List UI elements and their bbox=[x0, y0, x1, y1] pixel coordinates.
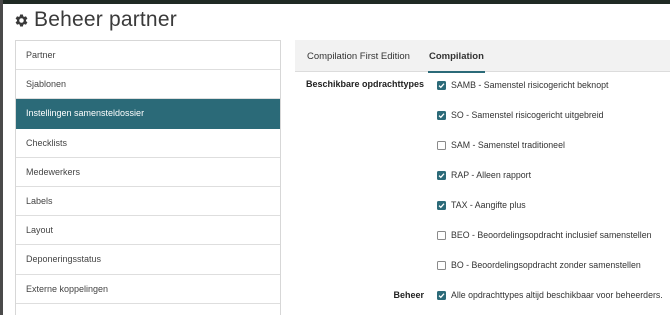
opdrachttype-option[interactable]: TAX - Aangifte plus bbox=[437, 198, 526, 212]
opdrachttype-label: BEO - Beoordelingsopdracht inclusief sam… bbox=[451, 230, 652, 240]
opdrachttype-option[interactable]: BEO - Beoordelingsopdracht inclusief sam… bbox=[437, 228, 651, 242]
main-panel: Compilation First Edition Compilation Be… bbox=[295, 40, 670, 315]
sidebar-item[interactable]: Labels bbox=[16, 187, 280, 217]
page-title: Beheer partner bbox=[34, 8, 177, 31]
tab-compilation[interactable]: Compilation bbox=[428, 40, 485, 73]
sidebar-item[interactable]: Externe koppelingen bbox=[16, 275, 280, 304]
window-left-edge bbox=[0, 0, 3, 315]
opdrachttype-label: BO - Beoordelingsopdracht zonder samenst… bbox=[451, 260, 641, 270]
opdrachttype-checkbox[interactable] bbox=[437, 140, 446, 150]
opdrachttype-label: SO - Samenstel risicogericht uitgebreid bbox=[451, 110, 604, 120]
opdrachttype-option[interactable]: RAP - Alleen rapport bbox=[437, 168, 531, 182]
opdrachttype-checkbox[interactable] bbox=[437, 110, 446, 120]
opdrachttype-checkbox[interactable] bbox=[437, 80, 446, 90]
opdrachttype-label: SAM - Samenstel traditioneel bbox=[451, 140, 565, 150]
opdrachttype-option[interactable]: SO - Samenstel risicogericht uitgebreid bbox=[437, 108, 604, 122]
beheer-option[interactable]: Alle opdrachttypes altijd beschikbaar vo… bbox=[437, 288, 663, 302]
sidebar-item[interactable]: Medewerkers bbox=[16, 158, 280, 187]
sidebar-item[interactable]: Deponeringsstatus bbox=[16, 245, 280, 275]
sidebar-item[interactable]: Layout bbox=[16, 216, 280, 246]
sidebar-item[interactable]: Instellingen samensteldossier bbox=[16, 99, 280, 129]
opdrachttype-option[interactable]: SAM - Samenstel traditioneel bbox=[437, 138, 565, 152]
tab-compilation-first-edition[interactable]: Compilation First Edition bbox=[307, 40, 410, 72]
opdrachttype-checkbox[interactable] bbox=[437, 170, 446, 180]
opdrachttype-option[interactable]: SAMB - Samenstel risicogericht beknopt bbox=[437, 78, 608, 92]
beheer-label: Beheer bbox=[393, 290, 424, 300]
window-top-edge bbox=[0, 0, 670, 4]
sidebar-item[interactable]: Partner bbox=[16, 41, 280, 71]
opdrachttype-label: RAP - Alleen rapport bbox=[451, 170, 532, 180]
gear-icon bbox=[14, 13, 29, 28]
page-header: Beheer partner bbox=[14, 6, 177, 34]
opdrachttype-label: SAMB - Samenstel risicogericht beknopt bbox=[451, 80, 609, 90]
beheer-checkbox[interactable] bbox=[437, 290, 446, 300]
opdrachttype-label: TAX - Aangifte plus bbox=[451, 200, 526, 210]
opdrachttype-option[interactable]: BO - Beoordelingsopdracht zonder samenst… bbox=[437, 258, 641, 272]
beheer-option-label: Alle opdrachttypes altijd beschikbaar vo… bbox=[451, 290, 663, 300]
opdrachttype-checkbox[interactable] bbox=[437, 260, 446, 270]
tab-bar: Compilation First Edition Compilation bbox=[295, 40, 670, 73]
opdrachttype-checkbox[interactable] bbox=[437, 230, 446, 240]
sidebar-item[interactable]: Sjablonen bbox=[16, 70, 280, 100]
sidebar-nav: Partner Sjablonen Instellingen samensteldo… bbox=[15, 40, 281, 315]
opdrachttypes-label: Beschikbare opdrachttypes bbox=[305, 79, 424, 89]
sidebar-item[interactable]: Checklists bbox=[16, 129, 280, 158]
opdrachttype-checkbox[interactable] bbox=[437, 200, 446, 210]
